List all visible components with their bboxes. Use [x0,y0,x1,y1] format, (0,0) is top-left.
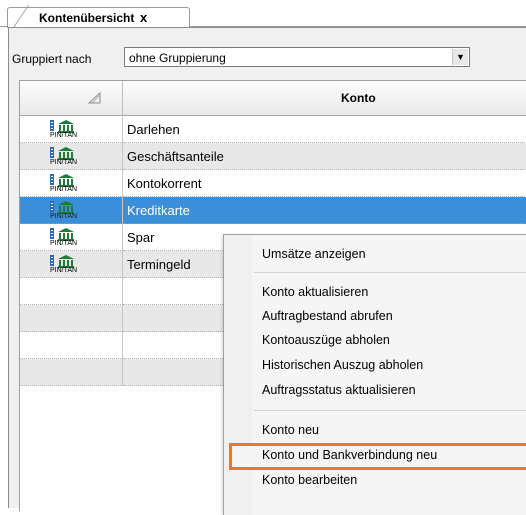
table-row[interactable]: PIN/TAN Geschäftsanteile [20,143,526,170]
pin-tan-badge-text: PIN/TAN [50,240,78,247]
konto-column-label: Konto [341,91,376,105]
row-icon-cell [20,332,123,359]
account-name: Spar [127,230,155,245]
menu-separator [254,410,526,411]
menu-item-konto-und-bankverbindung-neu[interactable]: Konto und Bankverbindung neu [262,448,437,462]
row-icon-cell: PIN/TAN [20,251,123,278]
grouping-dropdown[interactable]: ohne Gruppierung ▼ [124,47,470,67]
menu-item-auftragsstatus-aktualisieren[interactable]: Auftragsstatus aktualisieren [262,383,416,397]
bank-pin-tan-icon: PIN/TAN [48,254,90,276]
pin-tan-badge-text: PIN/TAN [50,159,78,166]
account-name: Darlehen [127,122,180,137]
pin-tan-badge-text: PIN/TAN [50,267,78,274]
menu-item-konto-aktualisieren[interactable]: Konto aktualisieren [262,285,368,299]
row-icon-cell: PIN/TAN [20,143,123,170]
icon-column-header[interactable] [20,81,123,116]
tab-kontenuebersicht[interactable]: Kontenübersicht x [7,7,190,28]
menu-item-umsaetze-anzeigen[interactable]: Umsätze anzeigen [262,247,366,261]
pin-tan-badge-text: PIN/TAN [50,186,78,193]
account-name: Kontokorrent [127,176,202,191]
menu-separator [254,272,526,273]
row-account-cell: Darlehen [123,116,526,143]
tab-title: Kontenübersicht [39,11,135,25]
row-icon-cell: PIN/TAN [20,197,123,224]
account-name: Termingeld [127,257,191,272]
row-icon-cell: PIN/TAN [20,170,123,197]
row-account-cell: Kontokorrent [123,170,526,197]
row-icon-cell [20,359,123,386]
tab-strip: Kontenübersicht x [0,0,526,28]
menu-item-auftragbestand-abrufen[interactable]: Auftragbestand abrufen [262,309,393,323]
row-icon-cell [20,305,123,332]
row-icon-cell: PIN/TAN [20,224,123,251]
pin-tan-badge-text: PIN/TAN [50,213,78,220]
grouping-label: Gruppiert nach [12,52,92,66]
menu-item-kontoauszuege-abholen[interactable]: Kontoauszüge abholen [262,333,390,347]
table-row[interactable]: PIN/TAN Kreditkarte [20,197,526,224]
konto-column-header[interactable]: Konto [123,81,526,116]
sort-icon[interactable] [88,91,102,105]
grouping-value: ohne Gruppierung [129,51,226,65]
account-name: Kreditkarte [127,203,190,218]
bank-pin-tan-icon: PIN/TAN [48,119,90,141]
menu-item-historischen-auszug-abholen[interactable]: Historischen Auszug abholen [262,358,423,372]
row-icon-cell: PIN/TAN [20,116,123,143]
table-row[interactable]: PIN/TAN Kontokorrent [20,170,526,197]
account-name: Geschäftsanteile [127,149,224,164]
bank-pin-tan-icon: PIN/TAN [48,200,90,222]
menu-item-konto-neu[interactable]: Konto neu [262,423,319,437]
row-account-cell: Geschäftsanteile [123,143,526,170]
bank-pin-tan-icon: PIN/TAN [48,173,90,195]
row-icon-cell [20,278,123,305]
close-icon[interactable]: x [140,11,147,25]
bank-pin-tan-icon: PIN/TAN [48,146,90,168]
context-menu: Umsätze anzeigen Konto aktualisieren Auf… [223,234,526,515]
menu-item-konto-bearbeiten[interactable]: Konto bearbeiten [262,473,357,487]
row-account-cell: Kreditkarte [123,197,526,224]
chevron-down-icon[interactable]: ▼ [452,49,468,65]
context-menu-gutter [224,235,252,515]
pin-tan-badge-text: PIN/TAN [50,132,78,139]
table-row[interactable]: PIN/TAN Darlehen [20,116,526,143]
bank-pin-tan-icon: PIN/TAN [48,227,90,249]
